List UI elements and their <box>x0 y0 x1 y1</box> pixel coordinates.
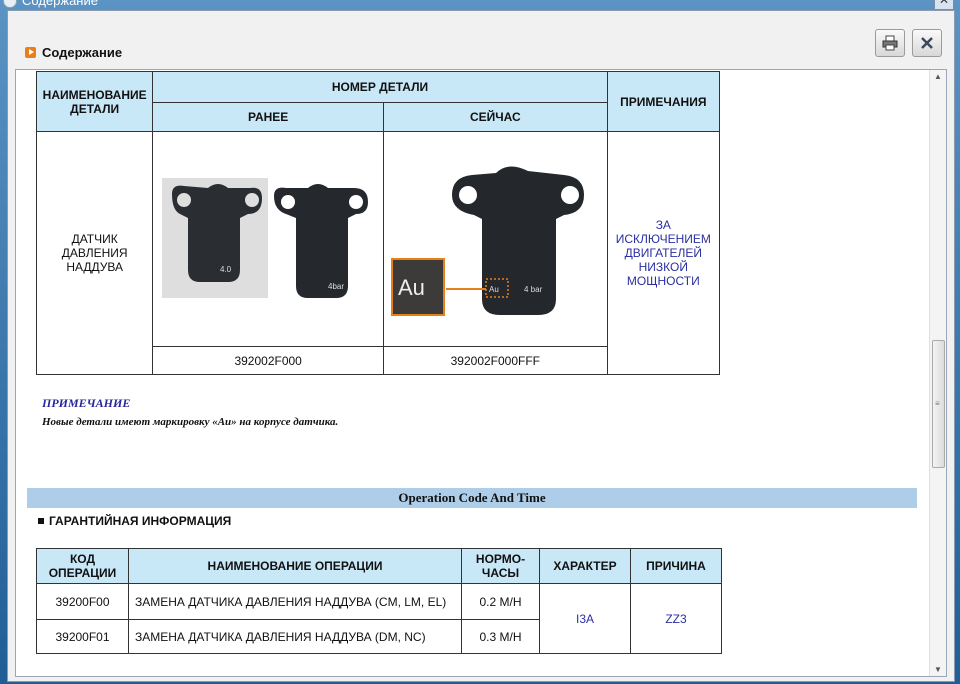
ops-header-name: НАИМЕНОВАНИЕ ОПЕРАЦИИ <box>128 548 462 584</box>
before-part-number: 392002F000 <box>152 346 384 375</box>
operation-code-bar: Operation Code And Time <box>27 488 917 508</box>
col-header-before: РАНЕЕ <box>152 102 384 132</box>
op-code: 39200F00 <box>36 583 129 620</box>
content-window: Содержание НАИМЕНОВАНИЕ ДЕТАЛИ НОМЕР ДЕТ… <box>7 10 955 682</box>
old-sensor-photo: 4.0 4bar <box>162 178 369 298</box>
now-photo-cell: Au Au 4 bar <box>383 131 608 347</box>
col-header-now: СЕЙЧАС <box>383 102 608 132</box>
part-name-cell: ДАТЧИК ДАВЛЕНИЯ НАДДУВА <box>35 131 154 375</box>
ops-header-cause: ПРИЧИНА <box>630 548 722 584</box>
window-header: Содержание <box>8 11 954 69</box>
app-frame: Содержание ✕ Содержание НАИМЕНОВАНИЕ ДЕТ… <box>0 0 960 684</box>
op-hours: 0.3 M/H <box>461 619 540 654</box>
document-content[interactable]: НАИМЕНОВАНИЕ ДЕТАЛИ НОМЕР ДЕТАЛИ ПРИМЕЧА… <box>15 69 947 677</box>
warranty-title: ГАРАНТИЙНАЯ ИНФОРМАЦИЯ <box>38 514 231 528</box>
scroll-up-icon[interactable]: ▲ <box>933 72 943 81</box>
vertical-scrollbar[interactable]: ▲ ≡ ▼ <box>929 70 946 676</box>
op-hours: 0.2 M/H <box>461 583 540 620</box>
col-header-part-number: НОМЕР ДЕТАЛИ <box>152 71 608 103</box>
op-name: ЗАМЕНА ДАТЧИКА ДАВЛЕНИЯ НАДДУВА (DM, NC) <box>128 619 462 654</box>
col-header-part-name: НАИМЕНОВАНИЕ ДЕТАЛИ <box>35 71 154 132</box>
ops-header-hours: НОРМО-ЧАСЫ <box>461 548 540 584</box>
grip-icon: ≡ <box>935 399 940 408</box>
close-icon <box>921 37 933 49</box>
table-row: 39200F00 ЗАМЕНА ДАТЧИКА ДАВЛЕНИЯ НАДДУВА… <box>36 583 722 654</box>
notes-cell: ЗА ИСКЛЮЧЕНИЕМ ДВИГАТЕЛЕЙ НИЗКОЙ МОЩНОСТ… <box>606 131 721 375</box>
scrollbar-thumb[interactable]: ≡ <box>932 340 945 468</box>
note-text: Новые детали имеют маркировку «Au» на ко… <box>42 416 339 428</box>
play-icon <box>25 47 36 58</box>
window-close-button[interactable]: ✕ <box>934 0 954 10</box>
note-title: ПРИМЕЧАНИЕ <box>42 396 131 410</box>
window-title: Содержание <box>22 0 98 8</box>
old-sensor-marking-2: 4bar <box>328 282 344 291</box>
print-button[interactable] <box>875 29 905 57</box>
titlebar: Содержание ✕ <box>0 0 960 10</box>
before-photo-cell: 4.0 4bar <box>152 131 384 347</box>
print-icon <box>882 35 898 51</box>
page-title: Содержание <box>42 45 123 60</box>
col-header-notes: ПРИМЕЧАНИЯ <box>606 71 721 132</box>
operations-table: КОД ОПЕРАЦИИ НАИМЕНОВАНИЕ ОПЕРАЦИИ НОРМО… <box>36 548 722 654</box>
ops-header-code: КОД ОПЕРАЦИИ <box>36 548 129 584</box>
op-code: 39200F01 <box>36 619 129 654</box>
new-sensor-marking: 4 bar <box>524 285 543 294</box>
op-nature: I3A <box>539 583 631 654</box>
scroll-down-icon[interactable]: ▼ <box>933 665 943 674</box>
app-icon <box>3 0 17 8</box>
parts-table: НАИМЕНОВАНИЕ ДЕТАЛИ НОМЕР ДЕТАЛИ ПРИМЕЧА… <box>35 71 721 375</box>
au-marking-zoom: Au <box>398 275 425 300</box>
op-cause: ZZ3 <box>630 583 722 654</box>
au-marking: Au <box>489 285 499 294</box>
old-sensor-marking: 4.0 <box>220 265 232 274</box>
new-sensor-photo: Au Au 4 bar <box>391 166 585 316</box>
now-part-number: 392002F000FFF <box>383 346 608 375</box>
close-button[interactable] <box>912 29 942 57</box>
ops-header-nature: ХАРАКТЕР <box>539 548 631 584</box>
op-name: ЗАМЕНА ДАТЧИКА ДАВЛЕНИЯ НАДДУВА (CM, LM,… <box>128 583 462 620</box>
